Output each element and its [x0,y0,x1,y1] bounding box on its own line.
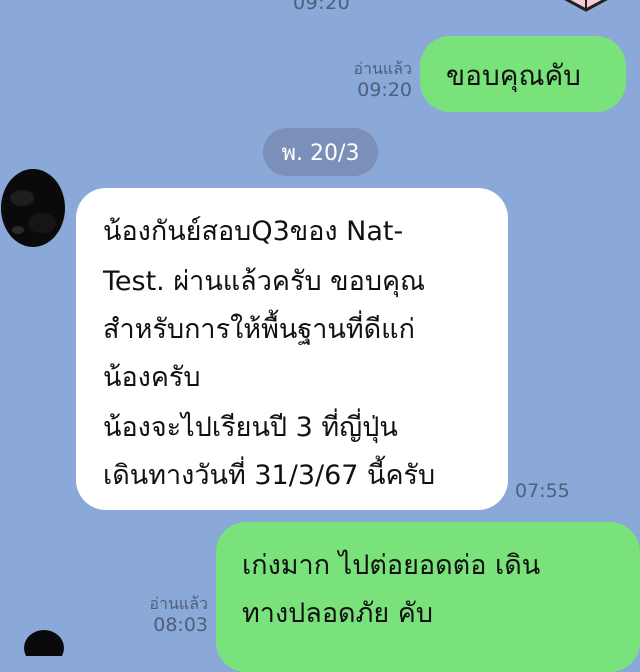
date-separator: พ. 20/3 [263,128,378,176]
contact-avatar[interactable] [0,168,70,250]
message-text-line: น้องกันย์สอบQ3ของ Nat- [103,216,404,247]
message-text-line: ทางปลอดภัย คับ [242,598,433,629]
message-timestamp: 09:20 [357,79,412,101]
message-timestamp: 09:20 [293,0,351,14]
message-meta: อ่านแล้ว 08:03 [126,596,208,635]
message-text-line: Test. ผ่านแล้วครับ ขอบคุณ [103,266,426,297]
read-receipt: อ่านแล้ว [149,594,208,613]
sticker-image[interactable] [556,0,616,16]
message-text-line: เดินทางวันที่ 31/3/67 นี้ครับ [103,460,436,491]
message-timestamp: 08:03 [153,614,208,636]
contact-avatar[interactable] [22,626,66,656]
sent-message-bubble[interactable]: เก่งมาก ไปต่อยอดต่อ เดิน ทางปลอดภัย คับ [216,522,640,672]
message-text-line: สำหรับการให้พื้นฐานที่ดีแก่ [103,314,415,345]
message-text-line: น้องจะไปเรียนปี 3 ที่ญี่ปุ่น [103,412,398,443]
message-text-line: น้องครับ [103,362,201,393]
received-message-bubble[interactable]: น้องกันย์สอบQ3ของ Nat- Test. ผ่านแล้วครั… [76,188,508,510]
message-timestamp: 07:55 [515,480,570,502]
read-receipt: อ่านแล้ว [353,59,412,78]
message-text-line: เก่งมาก ไปต่อยอดต่อ เดิน [242,550,541,581]
message-text: ขอบคุณคับ [446,59,581,92]
sent-message-bubble[interactable]: ขอบคุณคับ [420,36,626,112]
message-meta: อ่านแล้ว 09:20 [330,61,412,100]
